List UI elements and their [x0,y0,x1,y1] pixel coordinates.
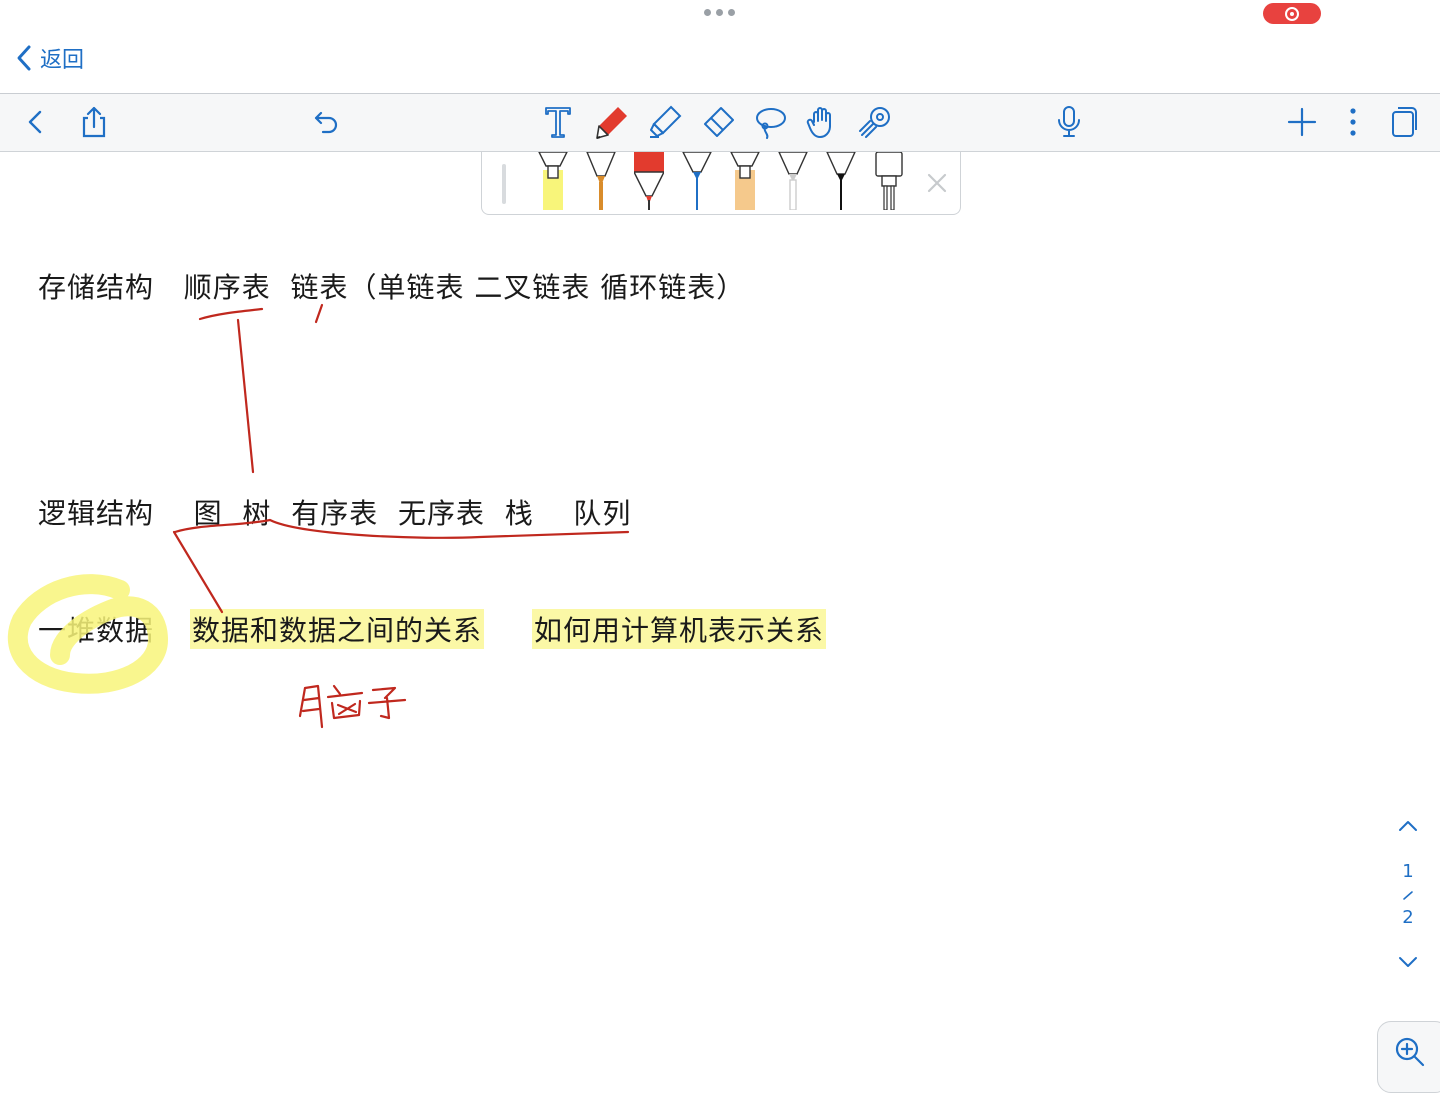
back-label: 返回 [40,48,85,73]
back-button[interactable]: 返回 [14,40,84,76]
microphone-icon [1058,106,1080,137]
share-icon [82,106,106,138]
note-line-logic: 逻辑结构 图 树 有序表 无序表 栈 队列 [38,497,632,530]
laser-pointer-button[interactable] [854,102,896,142]
chevron-left-icon [28,110,42,134]
highlighter-tool-icon [650,105,682,138]
current-page: 1 [1402,861,1414,882]
pen-picker-handle[interactable] [502,164,506,204]
highlighter-peach-pen[interactable] [730,152,760,210]
share-button[interactable] [73,102,115,142]
multitask-dots-icon[interactable] [704,9,738,17]
lasso-tool-icon [756,108,786,139]
zoom-in-icon [1395,1037,1425,1067]
pen-tool-button[interactable] [591,102,633,142]
lasso-tool-button[interactable] [750,102,792,142]
chevron-up-icon[interactable] [1398,819,1418,833]
hand-tool-icon [806,107,831,138]
more-button[interactable] [1332,102,1374,142]
note-text-relations: 数据和数据之间的关系 [190,609,485,649]
highlighter-tool-button[interactable] [644,102,686,142]
highlighter-yellow-pen[interactable] [538,152,568,210]
note-toolbar [0,94,1440,152]
more-icon [1350,108,1356,136]
previous-button[interactable] [14,102,56,142]
page-navigator: 1 2 [1390,815,1426,980]
chevron-left-icon [17,45,31,71]
top-bar: 返回 [0,0,1440,94]
chevron-down-icon[interactable] [1398,955,1418,969]
zoom-button[interactable] [1377,1021,1440,1093]
pen-picker [481,152,961,215]
eraser-tool-icon [704,107,734,137]
pen-red-pen[interactable] [634,152,664,210]
total-pages: 2 [1402,907,1414,928]
pages-icon [1392,107,1417,137]
fountain-blue-pen[interactable] [682,152,712,210]
text-tool-icon [545,107,571,138]
pen-tool-icon [596,107,627,139]
microphone-button[interactable] [1048,102,1090,142]
pages-button[interactable] [1383,102,1425,142]
page-separator [1403,891,1413,900]
close-icon[interactable] [926,172,948,194]
note-line-storage: 存储结构 顺序表 链表（单链表 二叉链表 循环链表） [38,271,746,304]
pen-light-gray-pen[interactable] [778,152,808,210]
screen-recording-indicator[interactable] [1263,3,1321,24]
add-button[interactable] [1281,102,1323,142]
note-text-representation: 如何用计算机表示关系 [532,609,827,649]
text-tool-button[interactable] [537,102,579,142]
laser-pointer-icon [859,107,890,138]
undo-button[interactable] [305,102,347,142]
pen-black-pen[interactable] [826,152,856,210]
pencil-orange-pen[interactable] [586,152,616,210]
eraser-tool-button[interactable] [697,102,739,142]
add-icon [1287,107,1317,137]
undo-icon [314,111,338,134]
record-icon [1285,7,1299,21]
note-text-data-heap: 一堆数据 [38,614,155,647]
hand-tool-button[interactable] [802,102,844,142]
pen-white-pen[interactable] [874,152,904,210]
